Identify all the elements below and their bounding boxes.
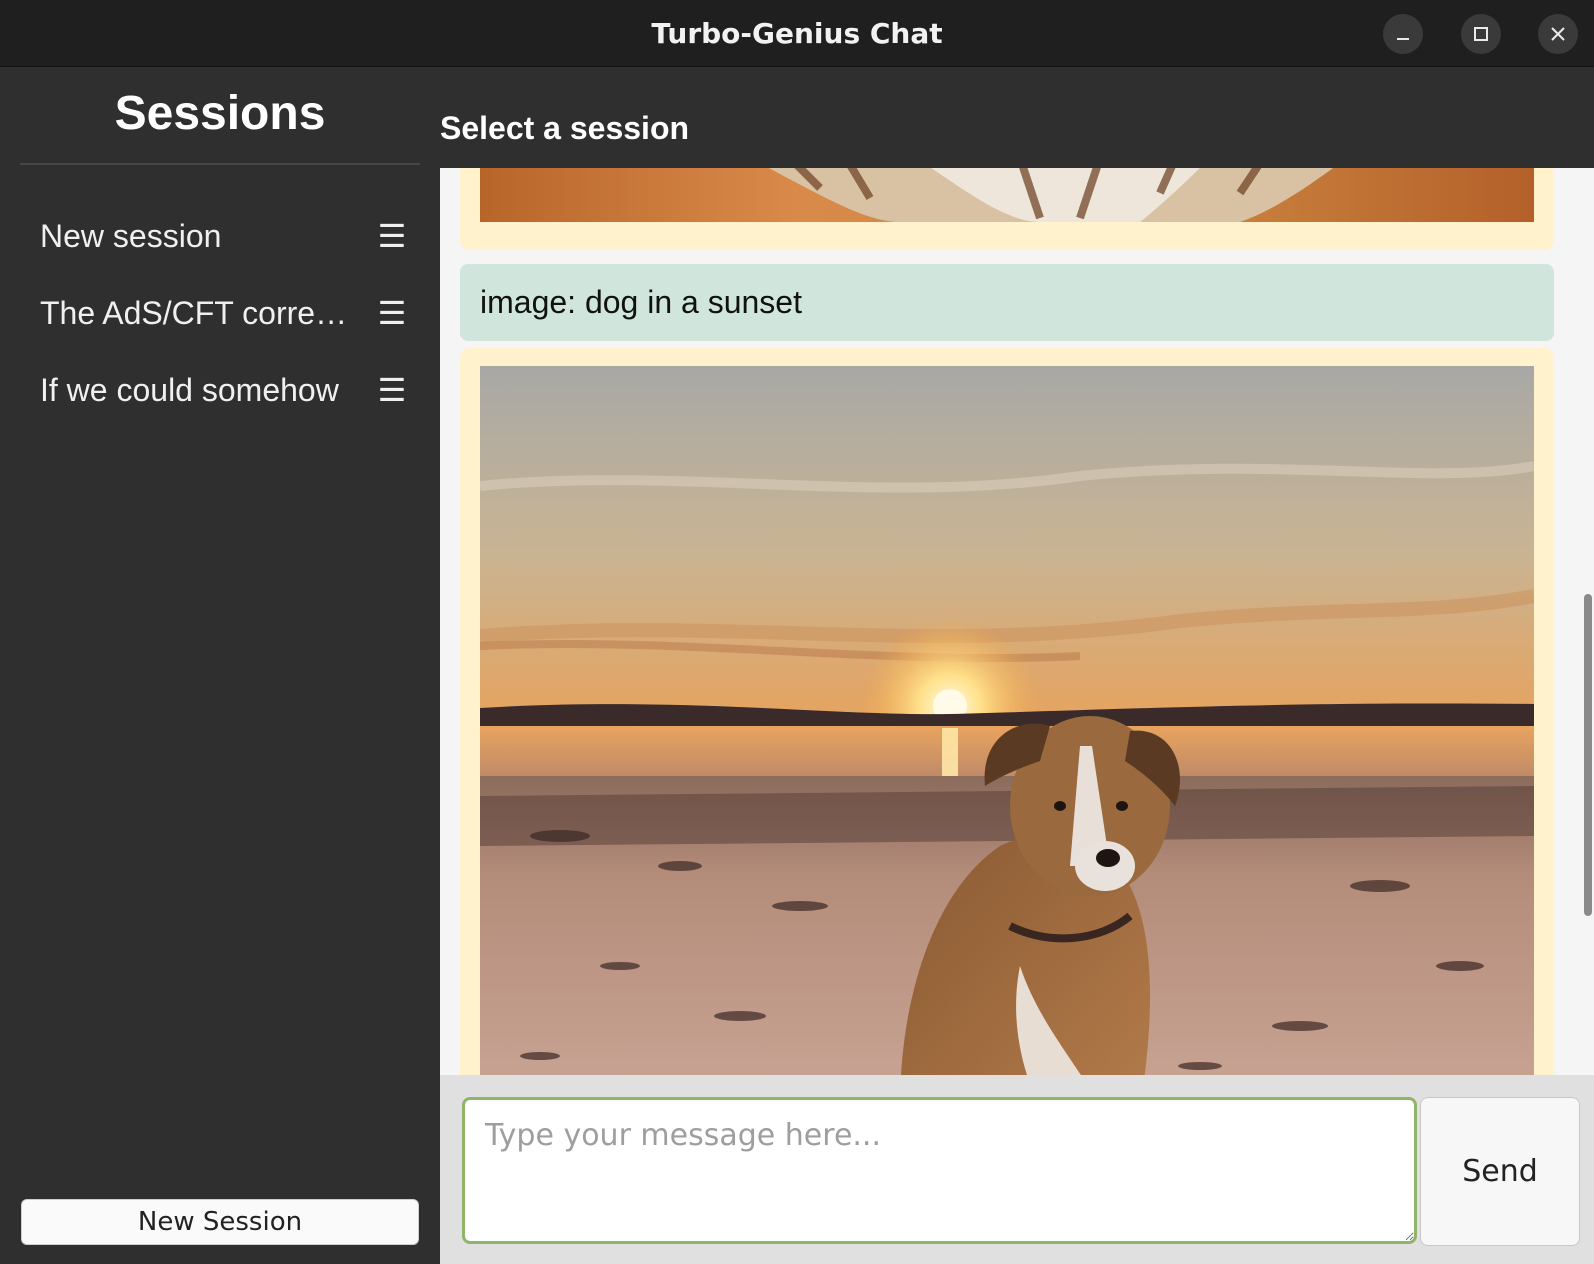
close-button[interactable] — [1538, 14, 1578, 54]
chat-history[interactable]: image: dog in a sunset — [440, 168, 1582, 1075]
session-label: New session — [40, 217, 222, 254]
main-header: Select a session — [440, 68, 1594, 168]
chat-scrollbar[interactable] — [1582, 168, 1594, 1075]
hamburger-menu-icon[interactable]: ☰ — [372, 293, 412, 333]
hamburger-menu-icon[interactable]: ☰ — [372, 370, 412, 410]
session-label: The AdS/CFT correspondence — [40, 294, 358, 331]
new-session-button[interactable]: New Session — [21, 1199, 419, 1245]
assistant-image-message — [460, 168, 1554, 250]
sessions-sidebar: Sessions New session ☰ The AdS/CFT corre… — [0, 68, 440, 1264]
session-label: If we could somehow — [40, 371, 339, 408]
user-message: image: dog in a sunset — [460, 264, 1554, 341]
minimize-button[interactable] — [1383, 14, 1423, 54]
session-header: Select a session — [440, 110, 690, 146]
composer: Send — [440, 1075, 1594, 1264]
session-item-ads-cft[interactable]: The AdS/CFT correspondence ☰ — [20, 281, 420, 345]
sidebar-title: Sessions — [114, 87, 326, 140]
minimize-icon — [1397, 38, 1409, 40]
scrollbar-thumb[interactable] — [1584, 594, 1592, 916]
session-item-if-we-could[interactable]: If we could somehow ☰ — [20, 358, 420, 422]
sidebar-divider — [20, 163, 420, 165]
title-bar: Turbo-Genius Chat — [0, 0, 1594, 67]
generated-image-cat — [480, 168, 1534, 222]
close-icon — [1551, 27, 1565, 41]
session-item-new-session[interactable]: New session ☰ — [20, 204, 420, 268]
message-input[interactable] — [462, 1097, 1417, 1244]
maximize-icon — [1474, 27, 1488, 41]
maximize-button[interactable] — [1461, 14, 1501, 54]
assistant-image-message — [460, 348, 1554, 1075]
send-button[interactable]: Send — [1420, 1097, 1580, 1246]
window-title: Turbo-Genius Chat — [651, 17, 943, 50]
generated-image-dog-sunset — [480, 366, 1534, 1075]
hamburger-menu-icon[interactable]: ☰ — [372, 216, 412, 256]
